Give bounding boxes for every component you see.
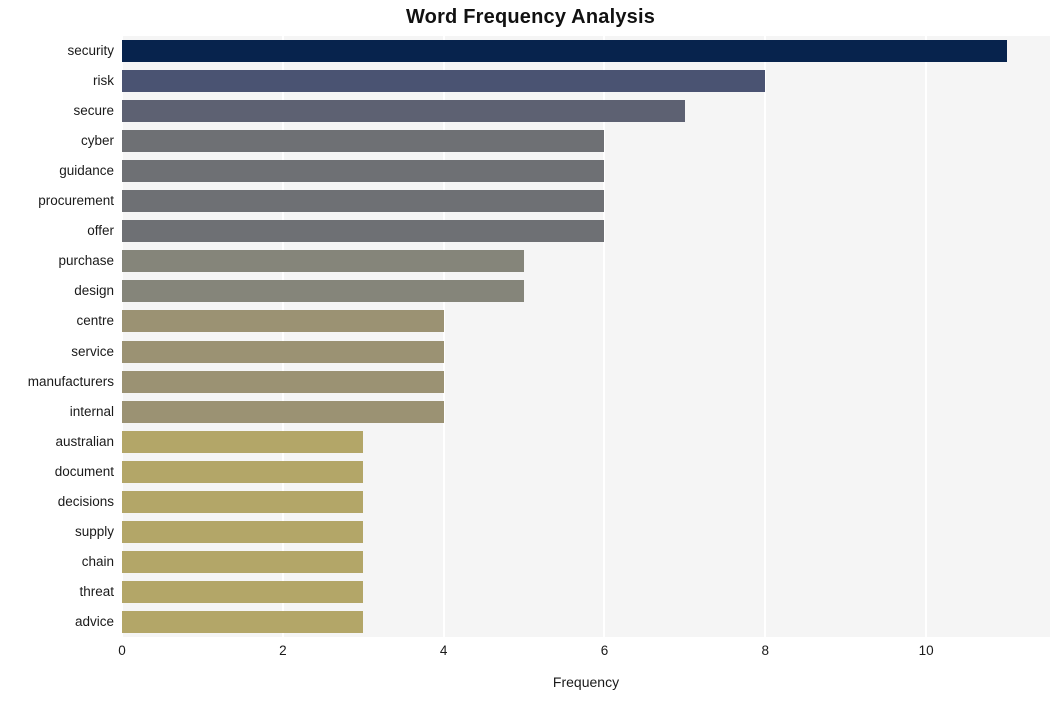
bar-procurement[interactable]	[122, 190, 605, 213]
bar-row	[122, 487, 1050, 517]
bar-row	[122, 397, 1050, 427]
bar-row	[122, 36, 1050, 66]
bar-manufacturers[interactable]	[122, 370, 444, 393]
y-tick-label-threat: threat	[79, 583, 114, 599]
y-tick-label-purchase: purchase	[58, 253, 114, 269]
y-tick-label-chain: chain	[81, 553, 114, 569]
bar-row	[122, 547, 1050, 577]
plot-area	[122, 36, 1050, 637]
y-tick-label-australian: australian	[55, 433, 114, 449]
bar-offer[interactable]	[122, 220, 605, 243]
bar-security[interactable]	[122, 40, 1007, 63]
bar-row	[122, 427, 1050, 457]
bar-internal[interactable]	[122, 400, 444, 423]
bar-row	[122, 517, 1050, 547]
y-tick-label-offer: offer	[87, 223, 114, 239]
chart-title: Word Frequency Analysis	[405, 6, 656, 28]
y-tick-label-guidance: guidance	[59, 163, 114, 179]
x-tick-label-6: 6	[600, 643, 609, 658]
y-axis-tick-labels: security risk secure cyber guidance procureme…	[0, 36, 114, 637]
bars-layer	[122, 36, 1050, 637]
bar-secure[interactable]	[122, 100, 685, 123]
bar-row	[122, 457, 1050, 487]
bar-supply[interactable]	[122, 520, 364, 543]
chart-figure: Word Frequency Analysis security risk secu…	[0, 0, 1061, 701]
bar-guidance[interactable]	[122, 160, 605, 183]
x-tick-label-4: 4	[439, 643, 448, 658]
bar-row	[122, 216, 1050, 246]
bar-row	[122, 577, 1050, 607]
bar-threat[interactable]	[122, 580, 364, 603]
y-tick-label-cyber: cyber	[80, 133, 114, 149]
y-tick-label-security: security	[67, 43, 114, 59]
bar-row	[122, 66, 1050, 96]
y-tick-label-design: design	[74, 283, 114, 299]
y-tick-label-secure: secure	[73, 103, 114, 119]
bar-row	[122, 96, 1050, 126]
bar-chain[interactable]	[122, 550, 364, 573]
bar-decisions[interactable]	[122, 490, 364, 513]
y-tick-label-risk: risk	[93, 73, 114, 89]
x-axis-label: Frequency	[552, 674, 620, 690]
x-axis-tick-labels: 0 2 4 6 8 10	[0, 643, 1061, 665]
bar-service[interactable]	[122, 340, 444, 363]
bar-design[interactable]	[122, 280, 525, 303]
bar-row	[122, 337, 1050, 367]
bar-row	[122, 276, 1050, 306]
bar-row	[122, 156, 1050, 186]
bar-row	[122, 186, 1050, 216]
bar-risk[interactable]	[122, 70, 766, 93]
y-tick-label-decisions: decisions	[57, 493, 114, 509]
y-tick-label-internal: internal	[69, 403, 114, 419]
y-tick-label-document: document	[54, 463, 114, 479]
x-tick-label-10: 10	[918, 643, 934, 658]
y-tick-label-manufacturers: manufacturers	[27, 373, 114, 389]
bar-centre[interactable]	[122, 310, 444, 333]
bar-row	[122, 367, 1050, 397]
bar-cyber[interactable]	[122, 130, 605, 153]
y-tick-label-supply: supply	[74, 523, 114, 539]
x-tick-label-2: 2	[279, 643, 287, 658]
bar-row	[122, 246, 1050, 276]
bar-advice[interactable]	[122, 610, 364, 633]
y-tick-label-service: service	[71, 343, 114, 359]
y-tick-label-centre: centre	[76, 313, 114, 329]
bar-row	[122, 306, 1050, 336]
y-tick-label-procurement: procurement	[38, 193, 114, 209]
bar-australian[interactable]	[122, 430, 364, 453]
x-tick-label-0: 0	[118, 643, 126, 658]
bar-document[interactable]	[122, 460, 364, 483]
bar-purchase[interactable]	[122, 250, 525, 273]
bar-row	[122, 126, 1050, 156]
y-tick-label-advice: advice	[74, 613, 114, 629]
x-tick-label-8: 8	[761, 643, 770, 658]
bar-row	[122, 607, 1050, 637]
